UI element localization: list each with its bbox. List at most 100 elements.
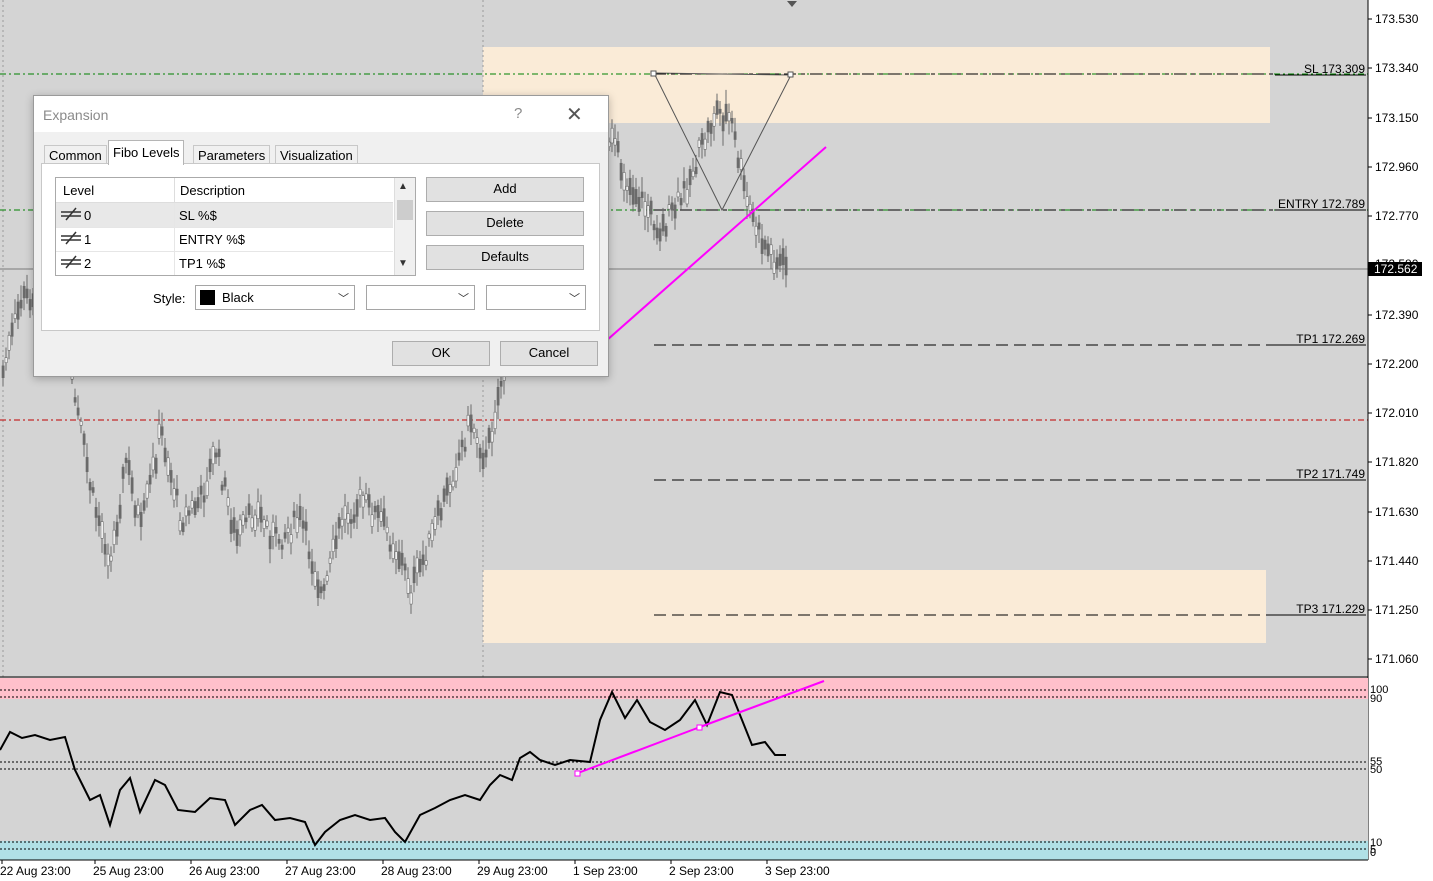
column-header-description[interactable]: Description (180, 183, 245, 198)
ok-button[interactable]: OK (392, 341, 490, 366)
level-row[interactable]: 1 ENTRY %$ (56, 227, 393, 252)
candle-body (4, 357, 8, 364)
candle-body (328, 557, 332, 564)
cancel-button[interactable]: Cancel (500, 341, 598, 366)
column-header-level[interactable]: Level (63, 183, 94, 198)
candle-body (148, 474, 152, 485)
candle-body (499, 380, 503, 387)
candle-body (346, 513, 350, 524)
trendline-anchor-point[interactable] (574, 770, 581, 777)
help-button[interactable]: ? (514, 105, 522, 122)
trendline-anchor-point[interactable] (696, 724, 703, 731)
level-description: ENTRY %$ (179, 232, 245, 247)
candle-body (142, 500, 146, 511)
candle-body (769, 244, 773, 255)
candle-body (103, 544, 107, 555)
demand-zone[interactable] (483, 570, 1266, 643)
candle-body (622, 172, 626, 191)
color-select[interactable]: Black ﹀ (195, 285, 355, 310)
candle-body (409, 592, 413, 605)
candle-body (643, 201, 647, 217)
close-button[interactable]: ✕ (566, 102, 583, 127)
fibo-levels-list[interactable]: Level Description 0 SL %$ 1 ENTRY %$ 2 T… (55, 177, 416, 276)
candle-body (445, 477, 449, 496)
line-width-select[interactable]: ﹀ (486, 285, 586, 310)
candle-body (106, 553, 110, 567)
candle-body (649, 200, 653, 215)
candle-body (184, 506, 188, 517)
fibo-anchor-point[interactable] (787, 71, 794, 78)
level-row[interactable]: 2 TP1 %$ (56, 251, 393, 275)
candle-body (475, 437, 479, 444)
candle-body (478, 447, 482, 459)
candle-body (676, 191, 680, 198)
candle-body (646, 205, 650, 218)
dialog-titlebar[interactable]: Expansion ? ✕ (34, 96, 608, 132)
scroll-down-icon[interactable]: ▼ (398, 258, 408, 269)
scroll-thumb[interactable] (397, 200, 413, 220)
level-row[interactable]: 0 SL %$ (56, 203, 393, 228)
candle-body (658, 228, 662, 242)
column-divider[interactable] (174, 178, 175, 202)
tab-fibo-levels[interactable]: Fibo Levels (108, 140, 185, 165)
candle-body (292, 510, 296, 518)
delete-button[interactable]: Delete (426, 211, 584, 236)
candle-body (199, 485, 203, 495)
candle-body (454, 467, 458, 482)
scroll-up-icon[interactable]: ▲ (398, 181, 408, 192)
candle-body (709, 123, 713, 134)
candle-body (229, 519, 233, 534)
candle-body (472, 427, 476, 433)
candle-body (157, 423, 161, 439)
candle-body (469, 414, 473, 433)
candle-body (640, 191, 644, 198)
candle-body (490, 431, 494, 443)
candle-body (733, 131, 737, 140)
candle-body (25, 288, 29, 299)
candle-body (262, 519, 266, 529)
level-style-icon (61, 255, 81, 269)
chevron-down-icon: ﹀ (338, 293, 349, 305)
candle-body (217, 448, 221, 457)
candle-body (385, 526, 389, 534)
candle-body (85, 457, 89, 473)
candle-body (754, 225, 758, 236)
time-label: 29 Aug 23:00 (477, 864, 548, 878)
candle-body (685, 189, 689, 205)
candle-body (241, 514, 245, 526)
candle-body (319, 586, 323, 594)
candle-body (1, 365, 5, 378)
line-style-select[interactable]: ﹀ (366, 285, 475, 310)
levels-scrollbar[interactable]: ▲ ▼ (394, 178, 415, 275)
candle-body (415, 557, 419, 574)
candle-body (307, 551, 311, 560)
candle-body (334, 535, 338, 549)
dialog-title: Expansion (43, 107, 109, 123)
candle-body (343, 505, 347, 520)
candle-body (766, 243, 770, 257)
price-axis[interactable] (1368, 0, 1433, 860)
indicator-axis-label: 50 (1370, 764, 1382, 776)
candle-body (10, 322, 14, 337)
tab-common[interactable]: Common (44, 145, 107, 165)
candle-body (403, 563, 407, 571)
candle-body (178, 520, 182, 532)
candle-body (223, 477, 227, 487)
candle-body (682, 181, 686, 189)
tab-visualization[interactable]: Visualization (275, 145, 358, 165)
candle-body (442, 488, 446, 502)
candle-body (745, 196, 749, 207)
candle-body (439, 508, 443, 521)
candle-body (688, 169, 692, 186)
candle-body (487, 427, 491, 443)
expansion-dialog[interactable]: Expansion ? ✕ Common Fibo Levels Paramet… (33, 95, 609, 377)
defaults-button[interactable]: Defaults (426, 245, 584, 270)
tab-parameters[interactable]: Parameters (193, 145, 271, 165)
candle-body (79, 421, 83, 426)
fibo-anchor-point[interactable] (650, 70, 657, 77)
candle-body (256, 501, 260, 519)
price-label: 173.150 (1375, 111, 1419, 125)
candle-body (388, 544, 392, 552)
candle-body (172, 488, 176, 501)
add-button[interactable]: Add (426, 177, 584, 202)
